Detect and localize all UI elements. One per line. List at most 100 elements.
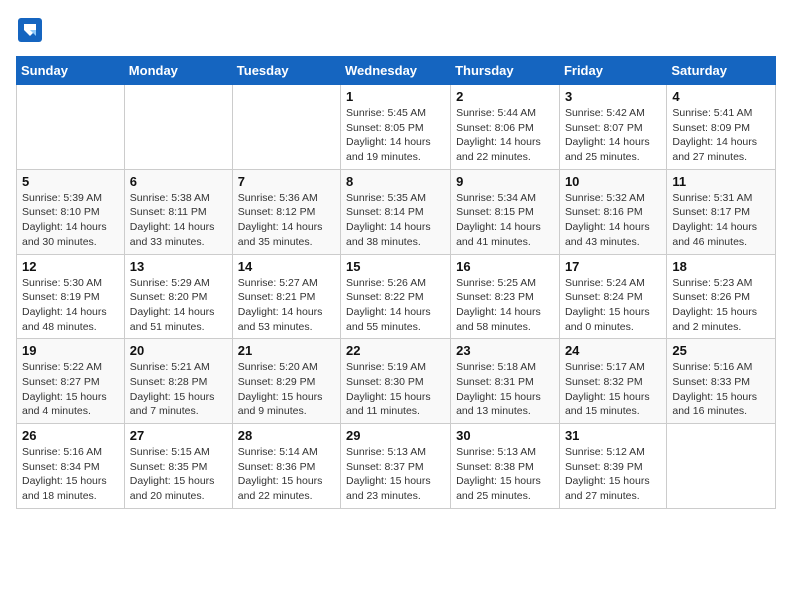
day-number: 22 bbox=[346, 343, 445, 358]
calendar-cell bbox=[17, 85, 125, 170]
calendar-header-row: SundayMondayTuesdayWednesdayThursdayFrid… bbox=[17, 57, 776, 85]
day-info: Sunrise: 5:21 AM Sunset: 8:28 PM Dayligh… bbox=[130, 360, 227, 419]
day-number: 1 bbox=[346, 89, 445, 104]
day-number: 30 bbox=[456, 428, 554, 443]
calendar-cell: 31 Sunrise: 5:12 AM Sunset: 8:39 PM Dayli… bbox=[559, 424, 666, 509]
day-info: Sunrise: 5:42 AM Sunset: 8:07 PM Dayligh… bbox=[565, 106, 661, 165]
day-number: 18 bbox=[672, 259, 770, 274]
day-number: 9 bbox=[456, 174, 554, 189]
calendar-cell: 8 Sunrise: 5:35 AM Sunset: 8:14 PM Daylig… bbox=[341, 169, 451, 254]
day-info: Sunrise: 5:44 AM Sunset: 8:06 PM Dayligh… bbox=[456, 106, 554, 165]
calendar-cell: 12 Sunrise: 5:30 AM Sunset: 8:19 PM Dayli… bbox=[17, 254, 125, 339]
calendar-cell: 5Sunrise: 5:39 AM Sunset: 8:10 PM Daylig… bbox=[17, 169, 125, 254]
day-number: 11 bbox=[672, 174, 770, 189]
calendar-cell: 23 Sunrise: 5:18 AM Sunset: 8:31 PM Dayli… bbox=[451, 339, 560, 424]
weekday-header: Saturday bbox=[667, 57, 776, 85]
day-info: Sunrise: 5:14 AM Sunset: 8:36 PM Dayligh… bbox=[238, 445, 335, 504]
page-header bbox=[16, 16, 776, 44]
day-info: Sunrise: 5:20 AM Sunset: 8:29 PM Dayligh… bbox=[238, 360, 335, 419]
day-number: 13 bbox=[130, 259, 227, 274]
day-number: 12 bbox=[22, 259, 119, 274]
day-number: 26 bbox=[22, 428, 119, 443]
day-number: 2 bbox=[456, 89, 554, 104]
calendar-cell: 21 Sunrise: 5:20 AM Sunset: 8:29 PM Dayli… bbox=[232, 339, 340, 424]
day-number: 25 bbox=[672, 343, 770, 358]
day-number: 8 bbox=[346, 174, 445, 189]
day-info: Sunrise: 5:22 AM Sunset: 8:27 PM Dayligh… bbox=[22, 360, 119, 419]
calendar-cell: 17Sunrise: 5:24 AM Sunset: 8:24 PM Dayli… bbox=[559, 254, 666, 339]
calendar-cell: 16 Sunrise: 5:25 AM Sunset: 8:23 PM Dayli… bbox=[451, 254, 560, 339]
day-number: 20 bbox=[130, 343, 227, 358]
weekday-header: Friday bbox=[559, 57, 666, 85]
calendar-cell: 14 Sunrise: 5:27 AM Sunset: 8:21 PM Dayli… bbox=[232, 254, 340, 339]
calendar-cell bbox=[124, 85, 232, 170]
day-info: Sunrise: 5:31 AM Sunset: 8:17 PM Dayligh… bbox=[672, 191, 770, 250]
day-info: Sunrise: 5:13 AM Sunset: 8:38 PM Dayligh… bbox=[456, 445, 554, 504]
calendar-cell bbox=[667, 424, 776, 509]
calendar-cell: 30 Sunrise: 5:13 AM Sunset: 8:38 PM Dayli… bbox=[451, 424, 560, 509]
weekday-header: Tuesday bbox=[232, 57, 340, 85]
calendar-week-row: 5Sunrise: 5:39 AM Sunset: 8:10 PM Daylig… bbox=[17, 169, 776, 254]
weekday-header: Sunday bbox=[17, 57, 125, 85]
day-info: Sunrise: 5:19 AM Sunset: 8:30 PM Dayligh… bbox=[346, 360, 445, 419]
calendar-cell: 19 Sunrise: 5:22 AM Sunset: 8:27 PM Dayli… bbox=[17, 339, 125, 424]
day-info: Sunrise: 5:23 AM Sunset: 8:26 PM Dayligh… bbox=[672, 276, 770, 335]
day-number: 7 bbox=[238, 174, 335, 189]
day-info: Sunrise: 5:45 AM Sunset: 8:05 PM Dayligh… bbox=[346, 106, 445, 165]
day-number: 29 bbox=[346, 428, 445, 443]
day-number: 10 bbox=[565, 174, 661, 189]
calendar-cell: 11 Sunrise: 5:31 AM Sunset: 8:17 PM Dayli… bbox=[667, 169, 776, 254]
day-info: Sunrise: 5:13 AM Sunset: 8:37 PM Dayligh… bbox=[346, 445, 445, 504]
logo bbox=[16, 16, 48, 44]
calendar-week-row: 26 Sunrise: 5:16 AM Sunset: 8:34 PM Dayli… bbox=[17, 424, 776, 509]
calendar-cell: 13Sunrise: 5:29 AM Sunset: 8:20 PM Dayli… bbox=[124, 254, 232, 339]
day-number: 16 bbox=[456, 259, 554, 274]
calendar-cell: 25 Sunrise: 5:16 AM Sunset: 8:33 PM Dayli… bbox=[667, 339, 776, 424]
day-info: Sunrise: 5:30 AM Sunset: 8:19 PM Dayligh… bbox=[22, 276, 119, 335]
day-number: 28 bbox=[238, 428, 335, 443]
calendar-cell: 10 Sunrise: 5:32 AM Sunset: 8:16 PM Dayli… bbox=[559, 169, 666, 254]
day-info: Sunrise: 5:15 AM Sunset: 8:35 PM Dayligh… bbox=[130, 445, 227, 504]
day-info: Sunrise: 5:35 AM Sunset: 8:14 PM Dayligh… bbox=[346, 191, 445, 250]
calendar-cell: 26 Sunrise: 5:16 AM Sunset: 8:34 PM Dayli… bbox=[17, 424, 125, 509]
day-number: 19 bbox=[22, 343, 119, 358]
calendar-cell: 9 Sunrise: 5:34 AM Sunset: 8:15 PM Daylig… bbox=[451, 169, 560, 254]
day-number: 5 bbox=[22, 174, 119, 189]
day-info: Sunrise: 5:16 AM Sunset: 8:33 PM Dayligh… bbox=[672, 360, 770, 419]
calendar-week-row: 1 Sunrise: 5:45 AM Sunset: 8:05 PM Daylig… bbox=[17, 85, 776, 170]
calendar-cell: 29 Sunrise: 5:13 AM Sunset: 8:37 PM Dayli… bbox=[341, 424, 451, 509]
day-number: 15 bbox=[346, 259, 445, 274]
day-info: Sunrise: 5:27 AM Sunset: 8:21 PM Dayligh… bbox=[238, 276, 335, 335]
calendar-cell: 27 Sunrise: 5:15 AM Sunset: 8:35 PM Dayli… bbox=[124, 424, 232, 509]
day-number: 3 bbox=[565, 89, 661, 104]
day-info: Sunrise: 5:34 AM Sunset: 8:15 PM Dayligh… bbox=[456, 191, 554, 250]
calendar-week-row: 19 Sunrise: 5:22 AM Sunset: 8:27 PM Dayli… bbox=[17, 339, 776, 424]
day-number: 31 bbox=[565, 428, 661, 443]
calendar-cell: 24Sunrise: 5:17 AM Sunset: 8:32 PM Dayli… bbox=[559, 339, 666, 424]
day-number: 23 bbox=[456, 343, 554, 358]
calendar-week-row: 12 Sunrise: 5:30 AM Sunset: 8:19 PM Dayli… bbox=[17, 254, 776, 339]
day-info: Sunrise: 5:18 AM Sunset: 8:31 PM Dayligh… bbox=[456, 360, 554, 419]
day-info: Sunrise: 5:17 AM Sunset: 8:32 PM Dayligh… bbox=[565, 360, 661, 419]
calendar-cell bbox=[232, 85, 340, 170]
weekday-header: Monday bbox=[124, 57, 232, 85]
day-info: Sunrise: 5:16 AM Sunset: 8:34 PM Dayligh… bbox=[22, 445, 119, 504]
calendar-cell: 28 Sunrise: 5:14 AM Sunset: 8:36 PM Dayli… bbox=[232, 424, 340, 509]
day-number: 4 bbox=[672, 89, 770, 104]
day-number: 6 bbox=[130, 174, 227, 189]
day-info: Sunrise: 5:38 AM Sunset: 8:11 PM Dayligh… bbox=[130, 191, 227, 250]
day-number: 27 bbox=[130, 428, 227, 443]
calendar-cell: 22 Sunrise: 5:19 AM Sunset: 8:30 PM Dayli… bbox=[341, 339, 451, 424]
calendar-cell: 2 Sunrise: 5:44 AM Sunset: 8:06 PM Daylig… bbox=[451, 85, 560, 170]
day-info: Sunrise: 5:41 AM Sunset: 8:09 PM Dayligh… bbox=[672, 106, 770, 165]
day-info: Sunrise: 5:36 AM Sunset: 8:12 PM Dayligh… bbox=[238, 191, 335, 250]
day-info: Sunrise: 5:26 AM Sunset: 8:22 PM Dayligh… bbox=[346, 276, 445, 335]
calendar-cell: 6 Sunrise: 5:38 AM Sunset: 8:11 PM Daylig… bbox=[124, 169, 232, 254]
calendar-cell: 18 Sunrise: 5:23 AM Sunset: 8:26 PM Dayli… bbox=[667, 254, 776, 339]
day-number: 14 bbox=[238, 259, 335, 274]
day-info: Sunrise: 5:12 AM Sunset: 8:39 PM Dayligh… bbox=[565, 445, 661, 504]
day-number: 17 bbox=[565, 259, 661, 274]
day-number: 21 bbox=[238, 343, 335, 358]
day-info: Sunrise: 5:25 AM Sunset: 8:23 PM Dayligh… bbox=[456, 276, 554, 335]
day-info: Sunrise: 5:32 AM Sunset: 8:16 PM Dayligh… bbox=[565, 191, 661, 250]
